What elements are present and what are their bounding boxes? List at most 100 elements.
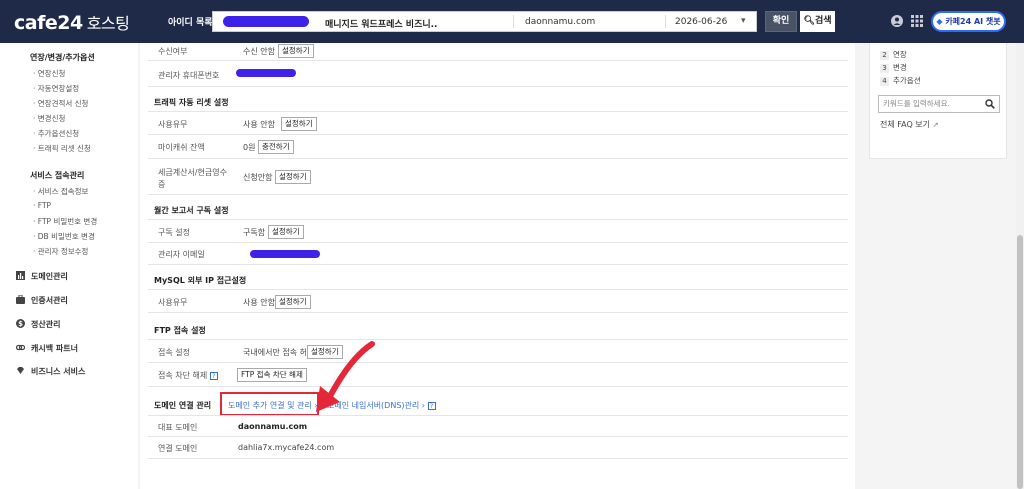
right-item-renew[interactable]: 2 연장 — [880, 49, 907, 60]
domain-add-link[interactable]: 도메인 추가 연결 및 관리 › — [228, 400, 318, 411]
expire-date: 2026-06-26 — [675, 17, 728, 27]
svg-text:$: $ — [18, 320, 23, 328]
traffic-section-title: 트래픽 자동 리셋 설정 — [154, 98, 229, 107]
ftp-section-title: FTP 접속 설정 — [154, 326, 206, 335]
service-name: 매니지드 워드프레스 비즈니.. — [325, 20, 438, 30]
redacted-phone — [236, 69, 296, 77]
mysql-set-button[interactable]: 설정하기 — [275, 295, 311, 309]
chevron-down-icon[interactable]: ▾ — [741, 16, 746, 26]
sidebar: 연장/변경/추가옵션 · 연장신청 · 자동연장설정 · 연장견적서 신청 · … — [0, 43, 138, 489]
step-number: 3 — [880, 64, 889, 73]
scrollbar-thumb[interactable] — [1017, 235, 1023, 489]
ftp-access-label: 접속 설정 — [158, 348, 190, 357]
logo[interactable]: cafe24 호스팅 — [14, 10, 130, 34]
sidebar-group-renewal: 연장/변경/추가옵션 — [30, 53, 95, 62]
logo-text: cafe24 — [14, 12, 83, 34]
redacted-email — [250, 250, 320, 258]
sidebar-billing[interactable]: $ 정산관리 — [16, 319, 60, 330]
receive-set-button[interactable]: 설정하기 — [278, 44, 314, 58]
ftp-block-label-text: 접속 차단 해제 — [158, 371, 208, 380]
charge-button[interactable]: 충전하기 — [258, 140, 294, 154]
divider — [665, 15, 666, 28]
admin-email-row: 관리자 이메일 — [148, 243, 848, 265]
apps-grid-icon[interactable] — [911, 15, 923, 27]
mycash-row: 마이캐쉬 잔액 0원 충전하기 — [148, 135, 848, 159]
sidebar-main-label: 캐시백 파트너 — [31, 344, 78, 353]
sidebar-item-traffic-reset[interactable]: · 트래픽 리셋 신청 — [33, 143, 91, 154]
sidebar-cert-mgmt[interactable]: 인증서관리 — [16, 295, 68, 306]
subscribe-row: 구독 설정 구독함 설정하기 — [148, 219, 848, 243]
traffic-use-value: 사용 안함 — [243, 120, 275, 129]
sidebar-domain-mgmt[interactable]: 도메인관리 — [16, 271, 68, 282]
admin-email-label: 관리자 이메일 — [158, 250, 205, 259]
mysql-use-value: 사용 안함 — [243, 298, 275, 307]
sidebar-item-ftp-password[interactable]: · FTP 비밀번호 변경 — [33, 216, 97, 227]
mycash-value: 0원 — [243, 143, 256, 152]
ftp-block-release-button[interactable]: FTP 접속 차단 해제 — [237, 368, 307, 382]
ai-chatbot-button[interactable]: ◆ 카페24 AI 챗봇 — [931, 11, 1006, 32]
mysql-use-label: 사용유무 — [158, 298, 188, 307]
sidebar-item-access-info[interactable]: · 서비스 접속정보 — [33, 186, 88, 197]
help-icon[interactable]: ? — [427, 402, 436, 410]
faq-search-placeholder: 키워드를 입력하세요. — [883, 99, 950, 108]
step-number: 2 — [880, 51, 889, 60]
sidebar-item-renew[interactable]: · 연장신청 — [33, 68, 65, 79]
main-content: 수신여부 수신 안함 설정하기 관리자 휴대폰번호 트래픽 자동 리셋 설정 사… — [140, 43, 855, 489]
subscribe-set-button[interactable]: 설정하기 — [268, 225, 304, 239]
top-bar: cafe24 호스팅 아이디 목록 매니지드 워드프레스 비즈니.. daonna… — [0, 0, 1024, 43]
sidebar-group-access: 서비스 접속관리 — [30, 171, 85, 180]
divider — [513, 15, 514, 28]
admin-phone-label: 관리자 휴대폰번호 — [158, 71, 220, 80]
chatbot-icon: ◆ — [936, 17, 943, 26]
monthly-section-title: 월간 보고서 구독 설정 — [154, 206, 229, 215]
step-number: 4 — [880, 77, 889, 86]
sidebar-item-add-option[interactable]: · 추가옵션신청 — [33, 128, 79, 139]
account-label: 아이디 목록 — [168, 18, 213, 28]
search-icon[interactable] — [985, 99, 995, 109]
tax-value: 신청안함 — [243, 173, 273, 182]
traffic-set-button[interactable]: 설정하기 — [281, 117, 317, 131]
user-icon[interactable] — [891, 15, 903, 27]
right-item-label: 추가옵션 — [893, 76, 921, 85]
logo-sub: 호스팅 — [86, 14, 130, 33]
right-panel: 2 연장 3 변경 4 추가옵션 키워드를 입력하세요. 전체 FAQ 보기 ↗ — [869, 43, 1007, 159]
traffic-use-label: 사용유무 — [158, 120, 188, 129]
faq-search-input[interactable]: 키워드를 입력하세요. — [878, 95, 1000, 113]
sidebar-business[interactable]: 비즈니스 서비스 — [16, 366, 85, 377]
search-button-label: 검색 — [814, 16, 832, 26]
sidebar-item-renew-quote[interactable]: · 연장견적서 신청 — [33, 98, 88, 109]
receive-row: 수신여부 수신 안함 설정하기 — [148, 43, 848, 61]
right-item-label: 변경 — [893, 63, 907, 72]
mysql-section-title: MySQL 외부 IP 접근설정 — [154, 276, 247, 285]
ftp-access-value: 국내에서만 접속 허용 — [243, 348, 315, 357]
sidebar-item-change[interactable]: · 변경신청 — [33, 113, 65, 124]
red-arrow-annotation — [316, 341, 375, 412]
sidebar-item-admin-info[interactable]: · 관리자 정보수정 — [33, 246, 88, 257]
sidebar-cashback[interactable]: 캐시백 파트너 — [16, 343, 78, 354]
search-button[interactable]: 🔍︎검색 — [800, 11, 835, 32]
right-item-add-option[interactable]: 4 추가옵션 — [880, 75, 921, 86]
tax-set-button[interactable]: 설정하기 — [275, 170, 311, 184]
sidebar-item-ftp[interactable]: · FTP — [33, 201, 51, 210]
sidebar-main-label: 인증서관리 — [31, 296, 68, 305]
ftp-block-label: 접속 차단 해제 ? — [158, 370, 218, 381]
service-selector[interactable]: 매니지드 워드프레스 비즈니.. daonnamu.com 2026-06-26… — [212, 11, 757, 32]
faq-link[interactable]: 전체 FAQ 보기 ↗ — [880, 119, 938, 130]
right-item-change[interactable]: 3 변경 — [880, 62, 907, 73]
ftp-block-row: 접속 차단 해제 ? FTP 접속 차단 해제 — [148, 363, 848, 387]
help-icon[interactable]: ? — [209, 372, 218, 380]
receive-label: 수신여부 — [158, 47, 188, 56]
mysql-use-row: 사용유무 사용 안함 설정하기 — [148, 289, 848, 313]
traffic-use-row: 사용유무 사용 안함 설정하기 — [148, 111, 848, 135]
sidebar-main-label: 비즈니스 서비스 — [31, 367, 86, 376]
sidebar-item-db-password[interactable]: · DB 비밀번호 변경 — [33, 231, 95, 242]
mycash-label: 마이캐쉬 잔액 — [158, 143, 205, 152]
link-icon — [16, 344, 25, 351]
linked-domain-row: 연결 도메인 dahlia7x.mycafe24.com — [148, 437, 848, 459]
domain-value: daonnamu.com — [525, 17, 596, 27]
sidebar-item-auto-renew[interactable]: · 자동연장설정 — [33, 83, 79, 94]
diamond-icon — [17, 367, 24, 374]
redacted-account-id — [223, 16, 309, 27]
confirm-button[interactable]: 확인 — [765, 11, 797, 32]
chart-icon — [16, 271, 25, 280]
